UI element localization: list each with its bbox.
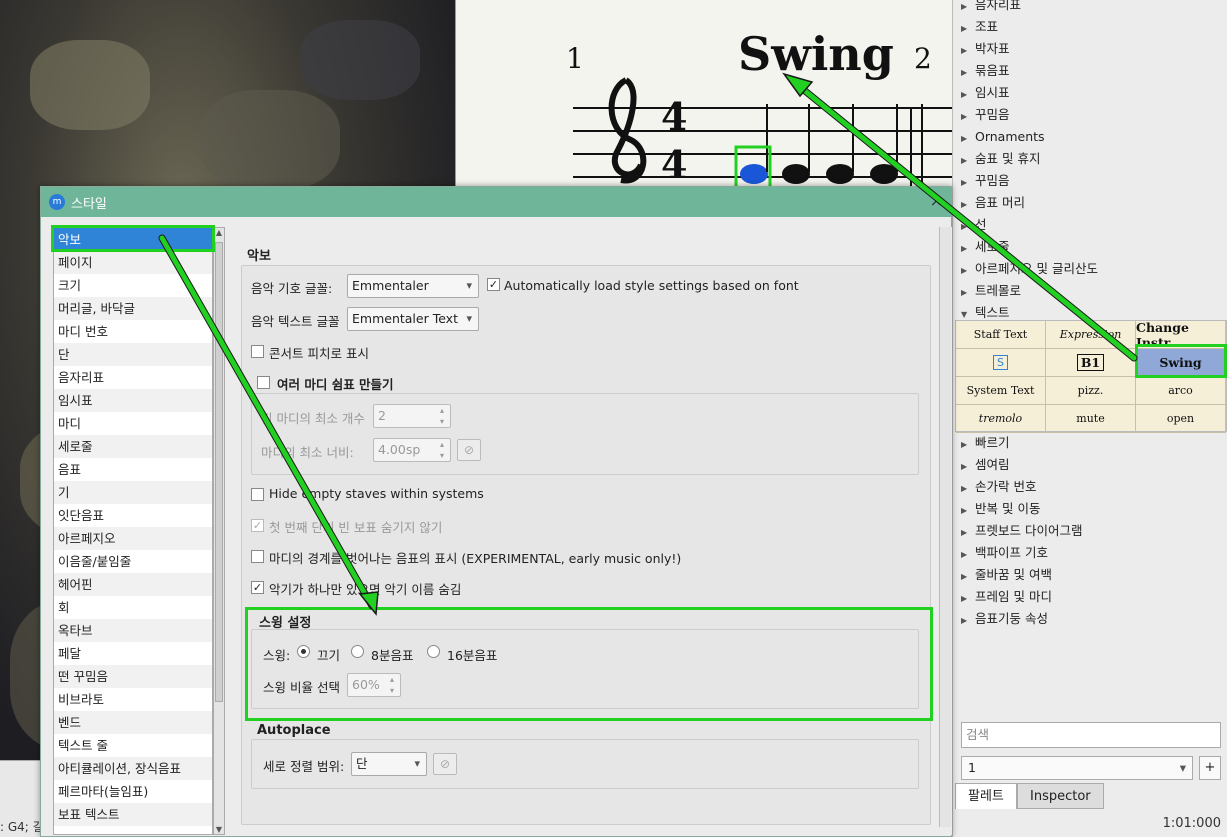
annotation-arrows bbox=[158, 72, 1138, 616]
